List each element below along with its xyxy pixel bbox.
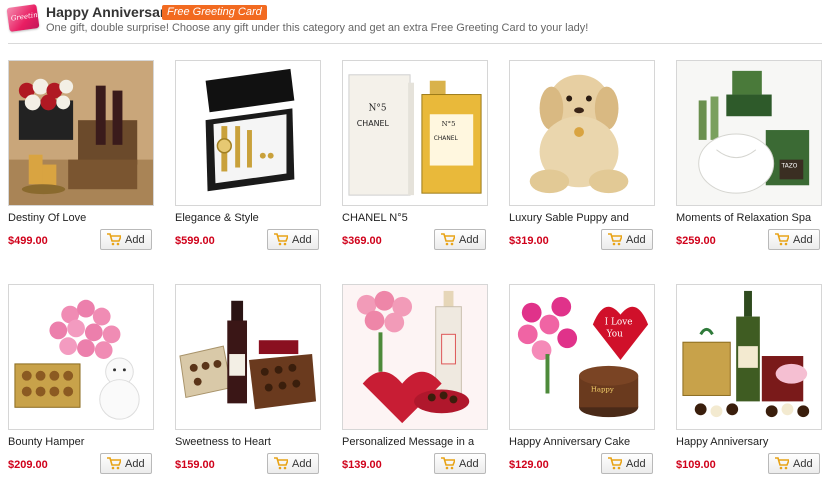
cart-icon: [274, 233, 288, 246]
add-button-label: Add: [125, 234, 145, 246]
add-to-cart-button[interactable]: Add: [267, 453, 319, 474]
category-title: Happy Anniversary: [46, 4, 174, 20]
cart-icon: [775, 457, 789, 470]
product-name[interactable]: CHANEL N°5: [342, 212, 408, 224]
cart-icon: [441, 233, 455, 246]
product-price: $109.00: [676, 459, 716, 471]
product-image[interactable]: [175, 284, 321, 430]
product-card: Elegance & Style $599.00 Add: [175, 60, 325, 260]
product-price: $599.00: [175, 235, 215, 247]
cart-icon: [107, 233, 121, 246]
add-button-label: Add: [292, 234, 312, 246]
product-card: Destiny Of Love $499.00 Add: [8, 60, 158, 260]
logo-text: Greeting: [10, 10, 43, 23]
svg-text:CHANEL: CHANEL: [357, 119, 390, 128]
product-name[interactable]: Sweetness to Heart: [175, 436, 271, 448]
product-image[interactable]: N°5 CHANEL N°5 CHANEL: [342, 60, 488, 206]
product-card: N°5 CHANEL N°5 CHANEL CHANEL N°5 $369.00…: [342, 60, 492, 260]
product-name[interactable]: Personalized Message in a: [342, 436, 474, 448]
product-card: Bounty Hamper $209.00 Add: [8, 284, 158, 477]
add-to-cart-button[interactable]: Add: [768, 453, 820, 474]
category-header: Greeting Happy Anniversary Free Greeting…: [0, 0, 830, 44]
add-to-cart-button[interactable]: Add: [601, 229, 653, 250]
product-name[interactable]: Luxury Sable Puppy and: [509, 212, 629, 224]
product-card: TAZO Moments of Relaxation Spa $259.00 A…: [676, 60, 826, 260]
product-price: $369.00: [342, 235, 382, 247]
add-button-label: Add: [626, 458, 646, 470]
svg-text:N°5: N°5: [442, 120, 456, 128]
product-price: $319.00: [509, 235, 549, 247]
category-subtitle: One gift, double surprise! Choose any gi…: [46, 22, 589, 34]
greeting-card-logo: Greeting: [6, 4, 43, 32]
add-button-label: Add: [793, 458, 813, 470]
product-price: $139.00: [342, 459, 382, 471]
cart-icon: [107, 457, 121, 470]
add-to-cart-button[interactable]: Add: [100, 229, 152, 250]
cart-icon: [608, 457, 622, 470]
product-card: Luxury Sable Puppy and $319.00 Add: [509, 60, 659, 260]
product-image[interactable]: [342, 284, 488, 430]
add-to-cart-button[interactable]: Add: [434, 453, 486, 474]
product-price: $259.00: [676, 235, 716, 247]
add-to-cart-button[interactable]: Add: [601, 453, 653, 474]
product-price: $129.00: [509, 459, 549, 471]
svg-text:N°5: N°5: [369, 103, 387, 113]
product-price: $499.00: [8, 235, 48, 247]
product-name[interactable]: Happy Anniversary Cake: [509, 436, 630, 448]
product-card: Personalized Message in a $139.00 Add: [342, 284, 492, 477]
svg-text:You: You: [606, 329, 623, 339]
product-image[interactable]: [8, 284, 154, 430]
add-to-cart-button[interactable]: Add: [768, 229, 820, 250]
cart-icon: [441, 457, 455, 470]
cart-icon: [775, 233, 789, 246]
product-name[interactable]: Moments of Relaxation Spa: [676, 212, 811, 224]
add-to-cart-button[interactable]: Add: [267, 229, 319, 250]
cart-icon: [608, 233, 622, 246]
product-image[interactable]: [8, 60, 154, 206]
add-button-label: Add: [793, 234, 813, 246]
add-button-label: Add: [292, 458, 312, 470]
add-to-cart-button[interactable]: Add: [434, 229, 486, 250]
add-button-label: Add: [459, 234, 479, 246]
free-greeting-card-badge: Free Greeting Card: [162, 5, 267, 20]
product-name[interactable]: Destiny Of Love: [8, 212, 86, 224]
add-button-label: Add: [626, 234, 646, 246]
svg-text:CHANEL: CHANEL: [434, 136, 459, 142]
svg-text:I Love: I Love: [605, 317, 633, 327]
svg-text:TAZO: TAZO: [781, 164, 798, 170]
product-price: $209.00: [8, 459, 48, 471]
product-image[interactable]: [175, 60, 321, 206]
product-image[interactable]: I Love You Happy: [509, 284, 655, 430]
add-button-label: Add: [125, 458, 145, 470]
product-image[interactable]: [509, 60, 655, 206]
product-name[interactable]: Happy Anniversary: [676, 436, 768, 448]
svg-text:Happy: Happy: [591, 386, 614, 394]
cart-icon: [274, 457, 288, 470]
product-image[interactable]: [676, 284, 822, 430]
product-price: $159.00: [175, 459, 215, 471]
header-divider: [8, 43, 822, 44]
product-card: Happy Anniversary $109.00 Add: [676, 284, 826, 477]
add-button-label: Add: [459, 458, 479, 470]
product-image[interactable]: TAZO: [676, 60, 822, 206]
product-name[interactable]: Bounty Hamper: [8, 436, 84, 448]
product-name[interactable]: Elegance & Style: [175, 212, 259, 224]
product-card: Sweetness to Heart $159.00 Add: [175, 284, 325, 477]
add-to-cart-button[interactable]: Add: [100, 453, 152, 474]
product-card: I Love You Happy Happy Anniversary Cake …: [509, 284, 659, 477]
